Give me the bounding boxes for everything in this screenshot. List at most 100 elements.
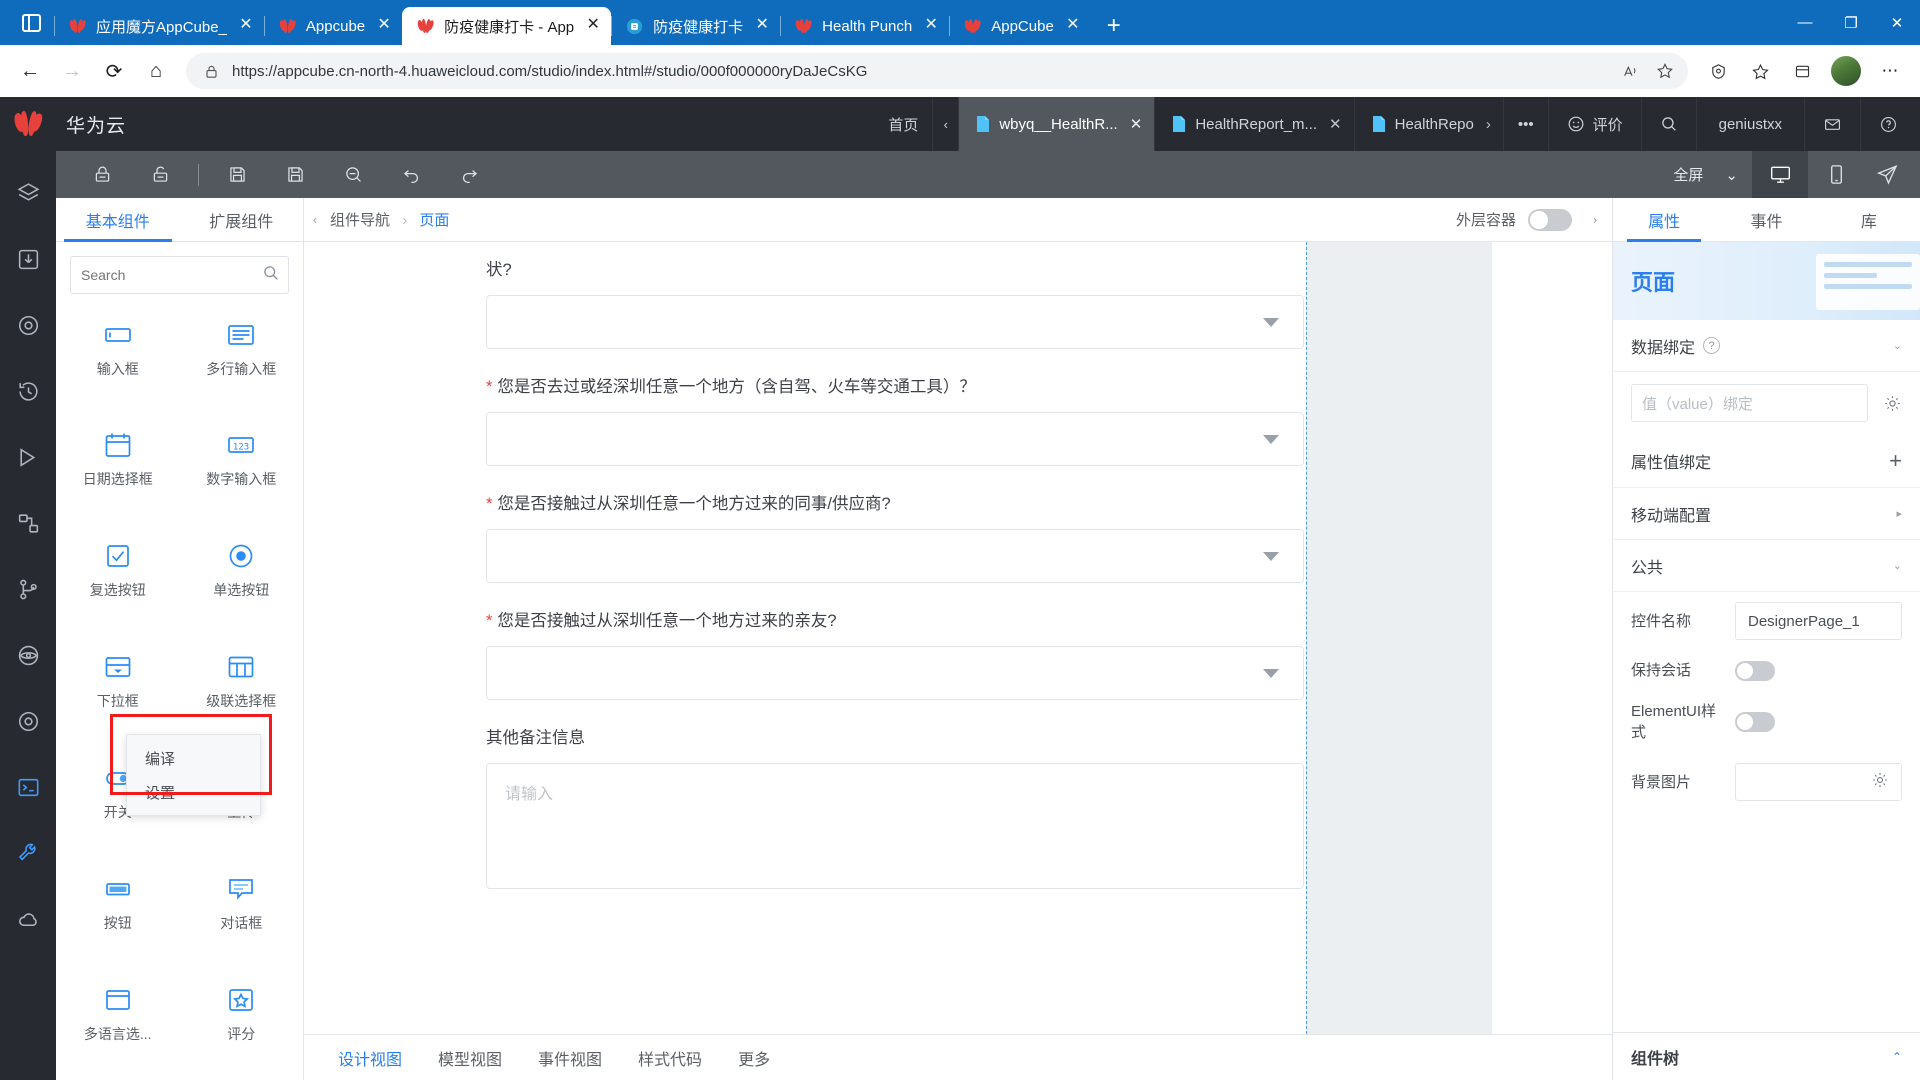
nav-prev-button[interactable]: ‹	[304, 198, 326, 242]
section-common[interactable]: 公共 ⌄	[1613, 540, 1920, 592]
close-tab-button[interactable]: ✕	[374, 16, 394, 36]
forward-button[interactable]: →	[52, 51, 92, 91]
tab-events[interactable]: 事件	[1715, 198, 1817, 241]
tab-extended-components[interactable]: 扩展组件	[180, 198, 304, 241]
section-mobile-config[interactable]: 移动端配置 ▸	[1613, 488, 1920, 540]
palette-item[interactable]: 复选按钮	[56, 526, 180, 614]
browser-tab[interactable]: Appcube✕	[264, 7, 402, 45]
tab-basic-components[interactable]: 基本组件	[56, 198, 180, 241]
publish-icon[interactable]	[1864, 151, 1920, 198]
form-select[interactable]	[486, 295, 1304, 349]
add-icon[interactable]: +	[1889, 448, 1902, 474]
minimize-button[interactable]: —	[1782, 0, 1828, 45]
tab-library[interactable]: 库	[1818, 198, 1920, 241]
collections-icon[interactable]	[1782, 51, 1822, 91]
read-aloud-icon[interactable]	[1614, 56, 1648, 86]
lock-icon[interactable]	[76, 151, 128, 198]
value-binding-input[interactable]: 值（value）绑定	[1631, 384, 1868, 422]
palette-item[interactable]: 多语言选...	[56, 969, 180, 1057]
save-icon[interactable]	[211, 151, 263, 198]
palette-item[interactable]: 对话框	[180, 858, 304, 946]
close-tab-button[interactable]: ✕	[1063, 16, 1083, 36]
rail-object-icon[interactable]	[0, 293, 56, 357]
close-studio-tab-button[interactable]: ✕	[1126, 115, 1143, 133]
form-select[interactable]	[486, 529, 1304, 583]
view-tab[interactable]: 模型视图	[420, 1046, 520, 1070]
close-studio-tab-button[interactable]: ✕	[1325, 115, 1342, 133]
nav-next-button[interactable]: ›	[1584, 198, 1606, 242]
palette-item[interactable]: 下拉框	[56, 637, 180, 725]
feedback-button[interactable]: 评价	[1548, 97, 1641, 151]
rail-view-icon[interactable]	[0, 623, 56, 687]
breadcrumb-current[interactable]: 页面	[419, 212, 449, 229]
rail-tool-icon[interactable]	[0, 821, 56, 885]
desktop-view-button[interactable]	[1752, 151, 1808, 198]
control-name-input[interactable]: DesignerPage_1	[1735, 602, 1902, 640]
palette-item[interactable]: 级联选择框	[180, 637, 304, 725]
gear-icon[interactable]	[1868, 394, 1902, 413]
gear-icon[interactable]	[1871, 771, 1889, 793]
search-input[interactable]	[81, 267, 262, 283]
attribute-binding-row[interactable]: 属性值绑定 +	[1613, 434, 1920, 488]
collapse-tabs-button[interactable]: ‹	[932, 97, 958, 151]
elementui-style-toggle[interactable]	[1735, 712, 1775, 732]
design-canvas[interactable]: 状?*您是否去过或经深圳任意一个地方（含自驾、火车等交通工具）？*您是否接触过从…	[304, 242, 1612, 1034]
question-icon[interactable]: ?	[1703, 337, 1720, 354]
mobile-view-button[interactable]	[1808, 151, 1864, 198]
view-tab[interactable]: 样式代码	[620, 1046, 720, 1070]
global-search-button[interactable]	[1641, 97, 1696, 151]
browser-tab[interactable]: 防疫健康打卡 - App✕	[402, 7, 611, 45]
breadcrumb-root[interactable]: 组件导航	[330, 212, 390, 229]
palette-item[interactable]: 日期选择框	[56, 415, 180, 503]
rail-download-icon[interactable]	[0, 227, 56, 291]
view-tab[interactable]: 更多	[720, 1046, 788, 1070]
palette-item[interactable]: 多行输入框	[180, 304, 304, 392]
view-tab[interactable]: 事件视图	[520, 1046, 620, 1070]
mail-button[interactable]	[1804, 97, 1860, 151]
new-tab-button[interactable]: +	[1097, 9, 1131, 43]
user-name[interactable]: geniustxx	[1696, 97, 1804, 151]
profile-avatar[interactable]	[1831, 56, 1861, 86]
rail-branch-icon[interactable]	[0, 557, 56, 621]
browser-settings-icon[interactable]: ⋯	[1870, 51, 1910, 91]
redo-icon[interactable]	[443, 151, 495, 198]
rail-bpm-icon[interactable]	[0, 491, 56, 555]
favorites-icon[interactable]	[1740, 51, 1780, 91]
palette-item[interactable]: 输入框	[56, 304, 180, 392]
close-tab-button[interactable]: ✕	[583, 16, 603, 36]
component-tree-header[interactable]: 组件树 ⌃	[1613, 1032, 1920, 1080]
rail-terminal-icon[interactable]	[0, 755, 56, 819]
palette-item[interactable]: 单选按钮	[180, 526, 304, 614]
keep-session-toggle[interactable]	[1735, 661, 1775, 681]
studio-tab[interactable]: HealthRepo›	[1354, 97, 1503, 151]
rail-flow-icon[interactable]	[0, 425, 56, 489]
browser-essentials-icon[interactable]	[1698, 51, 1738, 91]
rail-layers-icon[interactable]	[0, 161, 56, 225]
browser-tab[interactable]: Health Punch✕	[780, 7, 949, 45]
home-button[interactable]: ⌂	[136, 51, 176, 91]
browser-tab[interactable]: 防疫健康打卡✕	[611, 7, 780, 45]
palette-item[interactable]: 评分	[180, 969, 304, 1057]
browser-tab[interactable]: AppCube✕	[949, 7, 1091, 45]
favorite-star-icon[interactable]	[1648, 56, 1682, 86]
fullscreen-select[interactable]: 全屏 ⌄	[1659, 164, 1752, 185]
tab-search-button[interactable]	[8, 0, 54, 45]
tab-overflow-button[interactable]: •••	[1503, 97, 1548, 151]
rail-settings-gear-icon[interactable]	[0, 689, 56, 753]
form-select[interactable]	[486, 646, 1304, 700]
studio-tab[interactable]: wbyq__HealthR...✕	[958, 97, 1154, 151]
close-tab-button[interactable]: ✕	[921, 16, 941, 36]
studio-tab[interactable]: HealthReport_m...✕	[1154, 97, 1353, 151]
palette-item[interactable]: 按钮	[56, 858, 180, 946]
help-button[interactable]	[1860, 97, 1920, 151]
section-data-binding[interactable]: 数据绑定 ? ⌄	[1613, 320, 1920, 372]
reload-button[interactable]: ⟳	[94, 51, 134, 91]
palette-item[interactable]: 123数字输入框	[180, 415, 304, 503]
close-tab-button[interactable]: ✕	[752, 16, 772, 36]
close-tab-button[interactable]: ✕	[236, 16, 256, 36]
back-button[interactable]: ←	[10, 51, 50, 91]
unlock-icon[interactable]	[134, 151, 186, 198]
tab-properties[interactable]: 属性	[1613, 198, 1715, 241]
address-bar[interactable]: https://appcube.cn-north-4.huaweicloud.c…	[186, 53, 1688, 89]
restore-button[interactable]: ❐	[1828, 0, 1874, 45]
